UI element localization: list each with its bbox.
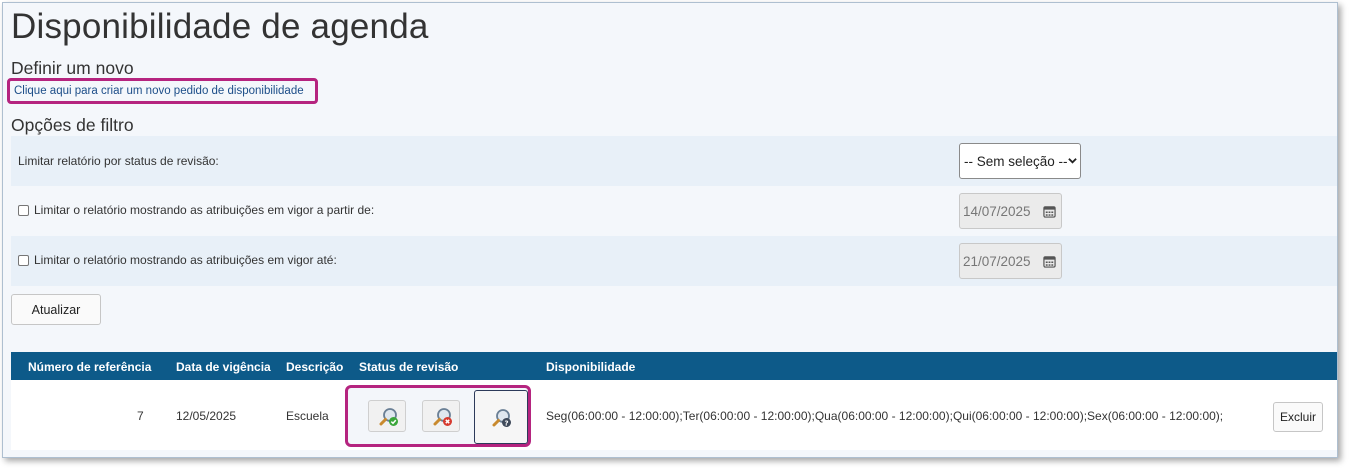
to-date-checkbox[interactable]: [18, 254, 29, 266]
column-header-description: Descrição: [286, 360, 344, 374]
refresh-button[interactable]: Atualizar: [11, 294, 101, 325]
reject-status-button[interactable]: [422, 400, 460, 432]
magnifier-pending-icon: ?: [492, 409, 511, 427]
to-date-input[interactable]: 21/07/2025: [959, 243, 1062, 279]
from-date-value: 14/07/2025: [963, 203, 1031, 219]
magnifier-reject-icon: [433, 408, 452, 426]
new-request-highlight: Clique aqui para criar um novo pedido de…: [7, 78, 318, 104]
column-header-status: Status de revisão: [359, 360, 459, 374]
status-filter-select[interactable]: -- Sem seleção --: [959, 143, 1081, 179]
from-date-filter[interactable]: Limitar o relatório mostrando as atribui…: [18, 203, 374, 217]
to-date-label: Limitar o relatório mostrando as atribui…: [34, 253, 337, 267]
row-description: Escuela: [286, 409, 329, 423]
approve-status-button[interactable]: [368, 400, 406, 432]
filter-row-status: Limitar relatório por status de revisão:…: [11, 136, 1337, 186]
from-date-checkbox[interactable]: [18, 204, 29, 216]
column-header-availability: Disponibilidade: [546, 360, 636, 374]
svg-text:?: ?: [504, 419, 508, 427]
filter-row-to-date: Limitar o relatório mostrando as atribui…: [11, 236, 1337, 286]
calendar-icon[interactable]: [1043, 205, 1056, 218]
to-date-filter[interactable]: Limitar o relatório mostrando as atribui…: [18, 253, 337, 267]
page-title: Disponibilidade de agenda: [11, 7, 429, 46]
to-date-value: 21/07/2025: [963, 253, 1031, 269]
availability-panel: Disponibilidade de agenda Definir um nov…: [2, 2, 1338, 458]
magnifier-approve-icon: [379, 408, 398, 426]
status-filter-value: -- Sem seleção --: [964, 153, 1068, 169]
chevron-down-icon: [1068, 158, 1077, 164]
status-filter-label: Limitar relatório por status de revisão:: [18, 154, 219, 168]
pending-status-button[interactable]: ?: [474, 390, 528, 444]
results-table-header: Número de referência Data de vigência De…: [11, 352, 1337, 380]
column-header-ref: Número de referência: [28, 360, 152, 374]
status-highlight: ?: [345, 385, 531, 447]
row-availability: Seg(06:00:00 - 12:00:00);Ter(06:00:00 - …: [546, 409, 1224, 423]
column-header-date: Data de vigência: [176, 360, 271, 374]
delete-button[interactable]: Excluir: [1273, 402, 1323, 432]
new-section-heading: Definir um novo: [11, 58, 134, 78]
calendar-icon[interactable]: [1043, 255, 1056, 268]
new-request-link[interactable]: Clique aqui para criar um novo pedido de…: [14, 85, 304, 97]
from-date-input[interactable]: 14/07/2025: [959, 193, 1062, 229]
row-date: 12/05/2025: [176, 409, 237, 423]
filter-section-heading: Opções de filtro: [11, 115, 134, 135]
row-ref: 7: [137, 409, 144, 423]
table-row: 7 12/05/2025 Escuela ? Seg(06:00:00 - 12…: [11, 380, 1337, 450]
from-date-label: Limitar o relatório mostrando as atribui…: [34, 203, 375, 217]
filter-row-from-date: Limitar o relatório mostrando as atribui…: [11, 186, 1337, 236]
